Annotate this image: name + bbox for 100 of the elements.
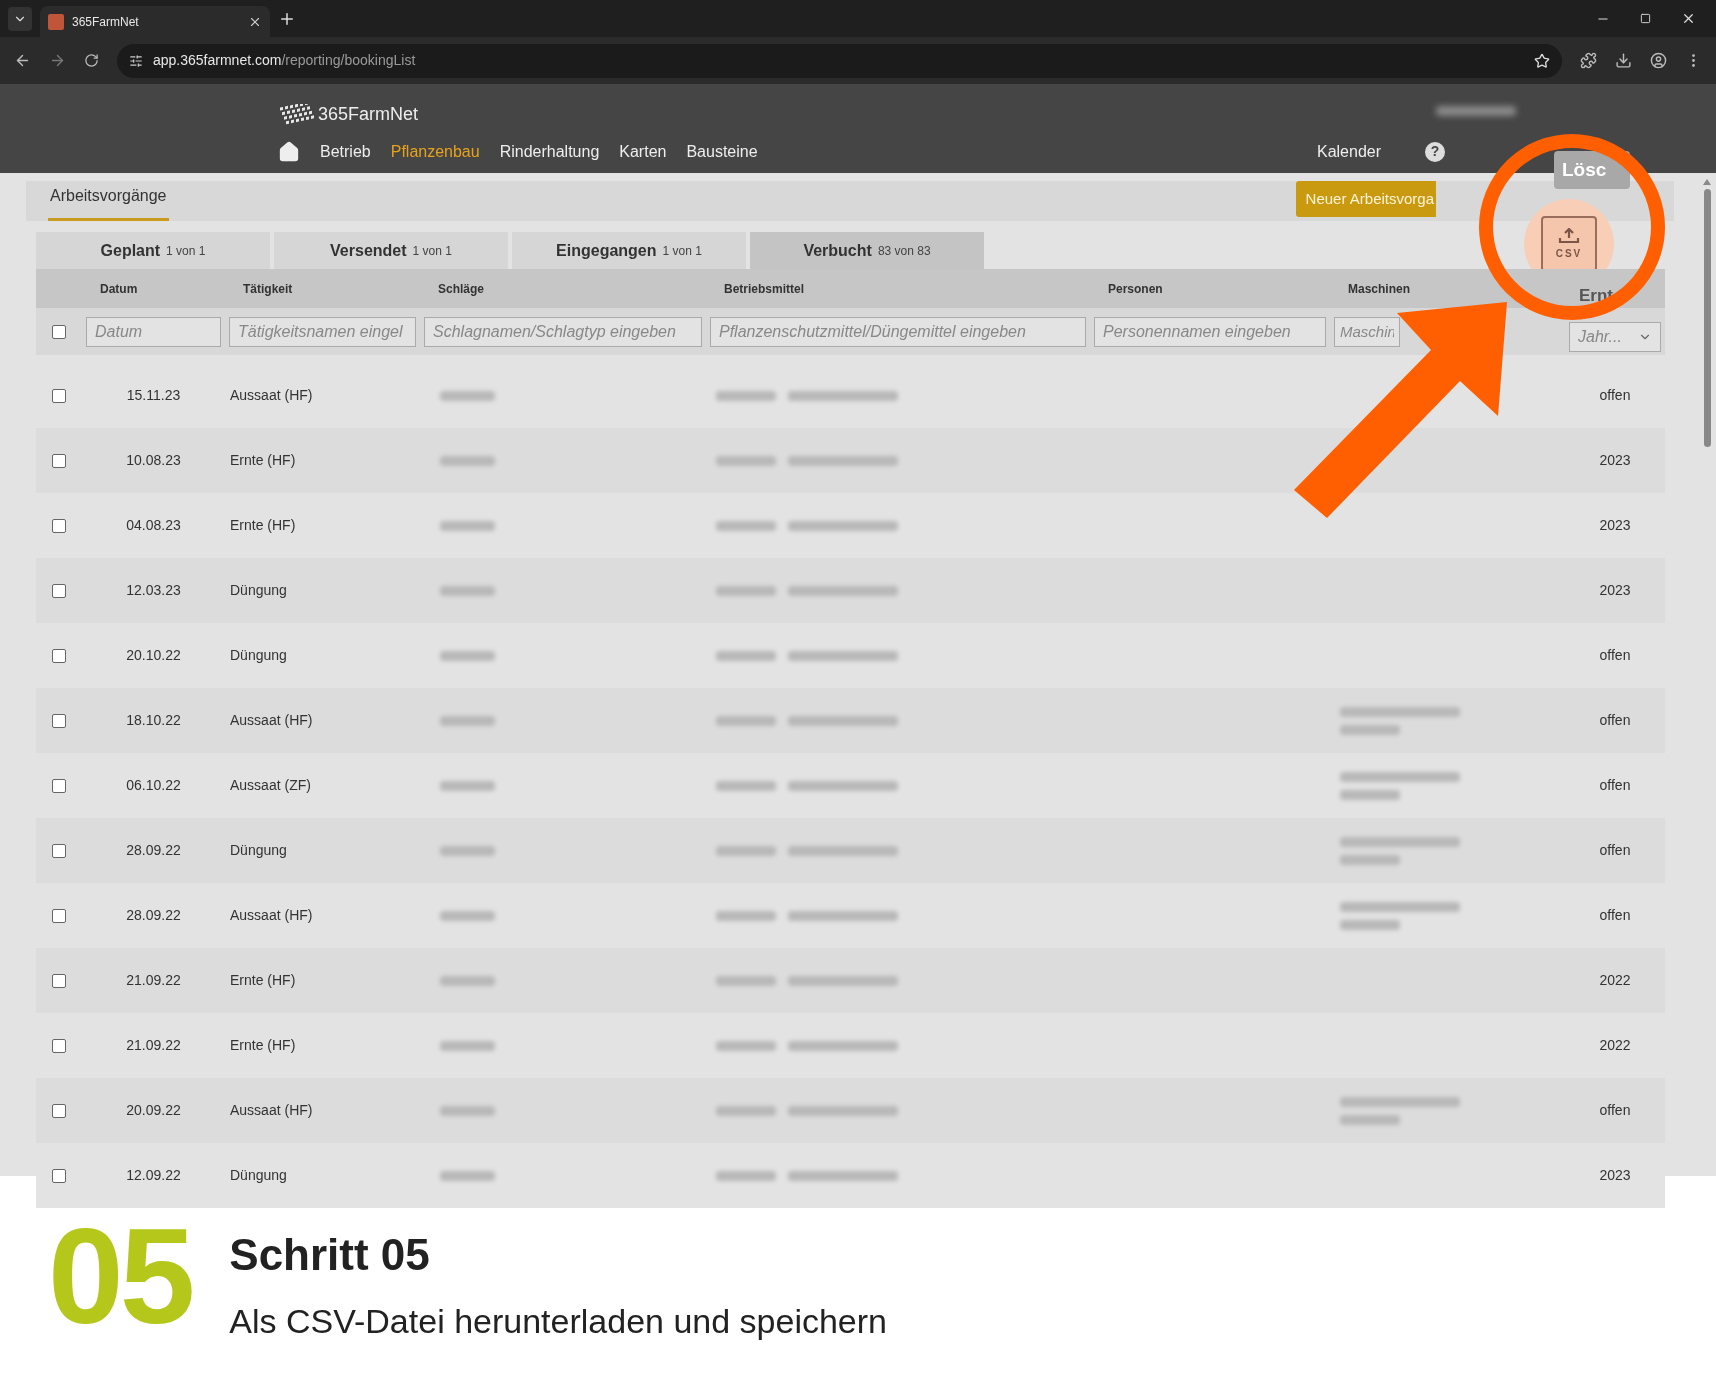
nav-link[interactable]: Betrieb xyxy=(320,139,371,164)
blurred-text xyxy=(716,650,776,661)
activity-cell-text: Düngung xyxy=(229,581,288,600)
blurred-text xyxy=(716,520,776,531)
checkbox[interactable] xyxy=(52,453,66,468)
column-header[interactable]: Personen xyxy=(1090,279,1330,298)
column-header[interactable]: Maschinen xyxy=(1330,279,1565,298)
table-row[interactable]: 21.09.22 Ernte (HF) 2022 xyxy=(36,948,1665,1013)
blurred-text xyxy=(440,715,495,726)
nav-link[interactable]: Karten xyxy=(619,139,667,164)
date-cell-text: 18.10.22 xyxy=(125,711,182,730)
checkbox[interactable] xyxy=(52,648,66,663)
harvest-cell-text: offen xyxy=(1598,1101,1632,1120)
checkbox[interactable] xyxy=(52,518,66,533)
harvest-cell-text: offen xyxy=(1598,646,1632,665)
maximize-icon[interactable] xyxy=(1640,13,1651,24)
back-icon[interactable] xyxy=(14,52,31,69)
date-cell-text: 21.09.22 xyxy=(125,1036,182,1055)
csv-export-button[interactable]: CSV xyxy=(1541,216,1597,272)
harvest-cell-text: offen xyxy=(1598,841,1632,860)
date-cell-text: 10.08.23 xyxy=(125,451,182,470)
checkbox[interactable] xyxy=(52,973,66,988)
download-icon[interactable] xyxy=(1615,52,1632,69)
column-header[interactable]: Datum xyxy=(82,279,225,298)
step-number: 05 xyxy=(48,1216,192,1336)
activity-cell-text: Aussaat (HF) xyxy=(229,711,314,730)
reload-icon[interactable] xyxy=(84,53,99,68)
table-row[interactable]: 12.03.23 Düngung 2023 xyxy=(36,558,1665,623)
table-row[interactable]: 10.08.23 Ernte (HF) 2023 xyxy=(36,428,1665,493)
close-window-icon[interactable] xyxy=(1681,11,1696,26)
blurred-text xyxy=(440,650,495,661)
status-tab[interactable]: Geplant 1 von 1 xyxy=(36,232,270,269)
blurred-text xyxy=(440,520,495,531)
column-header[interactable]: Betriebsmittel xyxy=(706,279,1090,298)
filter-field[interactable]: Tätigkeitsnamen eingel xyxy=(229,316,416,347)
blurred-text xyxy=(716,910,776,921)
status-tab[interactable]: Versendet 1 von 1 xyxy=(274,232,508,269)
activity-cell-text: Düngung xyxy=(229,1166,288,1185)
checkbox[interactable] xyxy=(52,1168,66,1183)
bookmark-star-icon[interactable] xyxy=(1534,52,1550,69)
table-row[interactable]: 28.09.22 Düngung offen xyxy=(36,818,1665,883)
filter-field[interactable]: Datum xyxy=(86,316,221,347)
checkbox[interactable] xyxy=(52,324,66,339)
status-tab[interactable]: Verbucht 83 von 83 xyxy=(750,232,984,269)
checkbox[interactable] xyxy=(52,778,66,793)
page-title-tab[interactable]: Arbeitsvorgänge xyxy=(48,184,169,221)
activity-cell-text: Ernte (HF) xyxy=(229,516,297,535)
activity-cell-text: Düngung xyxy=(229,646,288,665)
checkbox[interactable] xyxy=(52,908,66,923)
browser-tab[interactable]: 365FarmNet xyxy=(40,6,270,37)
checkbox[interactable] xyxy=(52,388,66,403)
checkbox[interactable] xyxy=(52,1103,66,1118)
forward-icon[interactable] xyxy=(49,52,66,69)
activity-cell-text: Düngung xyxy=(229,841,288,860)
column-header[interactable]: Tätigkeit xyxy=(225,279,420,298)
harvest-cell-text: 2023 xyxy=(1598,1166,1632,1185)
blurred-text xyxy=(1340,919,1400,930)
checkbox[interactable] xyxy=(52,1038,66,1053)
blurred-text xyxy=(1340,1114,1400,1125)
url-field[interactable]: app.365farmnet.com/reporting/bookingList xyxy=(117,43,1562,78)
blurred-text xyxy=(716,390,776,401)
home-icon[interactable] xyxy=(278,140,300,163)
activity-cell-text: Ernte (HF) xyxy=(229,451,297,470)
harvest-cell-text: offen xyxy=(1598,386,1632,405)
date-cell-text: 04.08.23 xyxy=(125,516,182,535)
blurred-text xyxy=(1340,724,1400,735)
nav-link[interactable]: Bausteine xyxy=(686,139,758,164)
harvest-cell-text: offen xyxy=(1598,711,1632,730)
tab-list-button[interactable] xyxy=(8,6,32,31)
blurred-text xyxy=(1340,854,1400,865)
calendar-link[interactable]: Kalender xyxy=(1316,139,1381,164)
checkbox[interactable] xyxy=(52,713,66,728)
step-description: Als CSV-Datei herunterladen und speichern xyxy=(229,1301,887,1342)
harvest-cell-text: offen xyxy=(1598,906,1632,925)
scrollbar-thumb[interactable] xyxy=(1703,189,1711,447)
harvest-cell-text: 2023 xyxy=(1598,581,1632,600)
blurred-text xyxy=(716,455,776,466)
date-cell-text: 20.10.22 xyxy=(125,646,182,665)
blurred-text xyxy=(440,390,495,401)
help-button[interactable]: ? xyxy=(1425,141,1445,162)
status-tab[interactable]: Eingegangen 1 von 1 xyxy=(512,232,746,269)
filter-field[interactable]: Pflanzenschutzmittel/Düngemittel eingeben xyxy=(710,316,1086,347)
extensions-icon[interactable] xyxy=(1580,52,1597,69)
table-row[interactable]: 18.10.22 Aussaat (HF) offen xyxy=(36,688,1665,753)
filter-field[interactable]: Schlagnamen/Schlagtyp eingeben xyxy=(424,316,702,347)
activity-cell-text: Aussaat (HF) xyxy=(229,906,314,925)
filter-field[interactable]: Personennamen eingeben xyxy=(1094,316,1326,347)
nav-link[interactable]: Pflanzenbau xyxy=(390,139,480,164)
blurred-text xyxy=(716,845,776,856)
profile-icon[interactable] xyxy=(1650,52,1667,69)
checkbox[interactable] xyxy=(52,843,66,858)
table-row[interactable]: 20.09.22 Aussaat (HF) offen xyxy=(36,1078,1665,1143)
blurred-text xyxy=(716,715,776,726)
site-settings-icon[interactable] xyxy=(129,53,143,68)
column-header[interactable]: Schläge xyxy=(420,279,706,298)
nav-link[interactable]: Rinderhaltung xyxy=(499,139,600,164)
harvest-cell-text: 2023 xyxy=(1598,516,1632,535)
harvest-cell-text: 2023 xyxy=(1598,451,1632,470)
checkbox[interactable] xyxy=(52,583,66,598)
blurred-text xyxy=(716,1105,776,1116)
